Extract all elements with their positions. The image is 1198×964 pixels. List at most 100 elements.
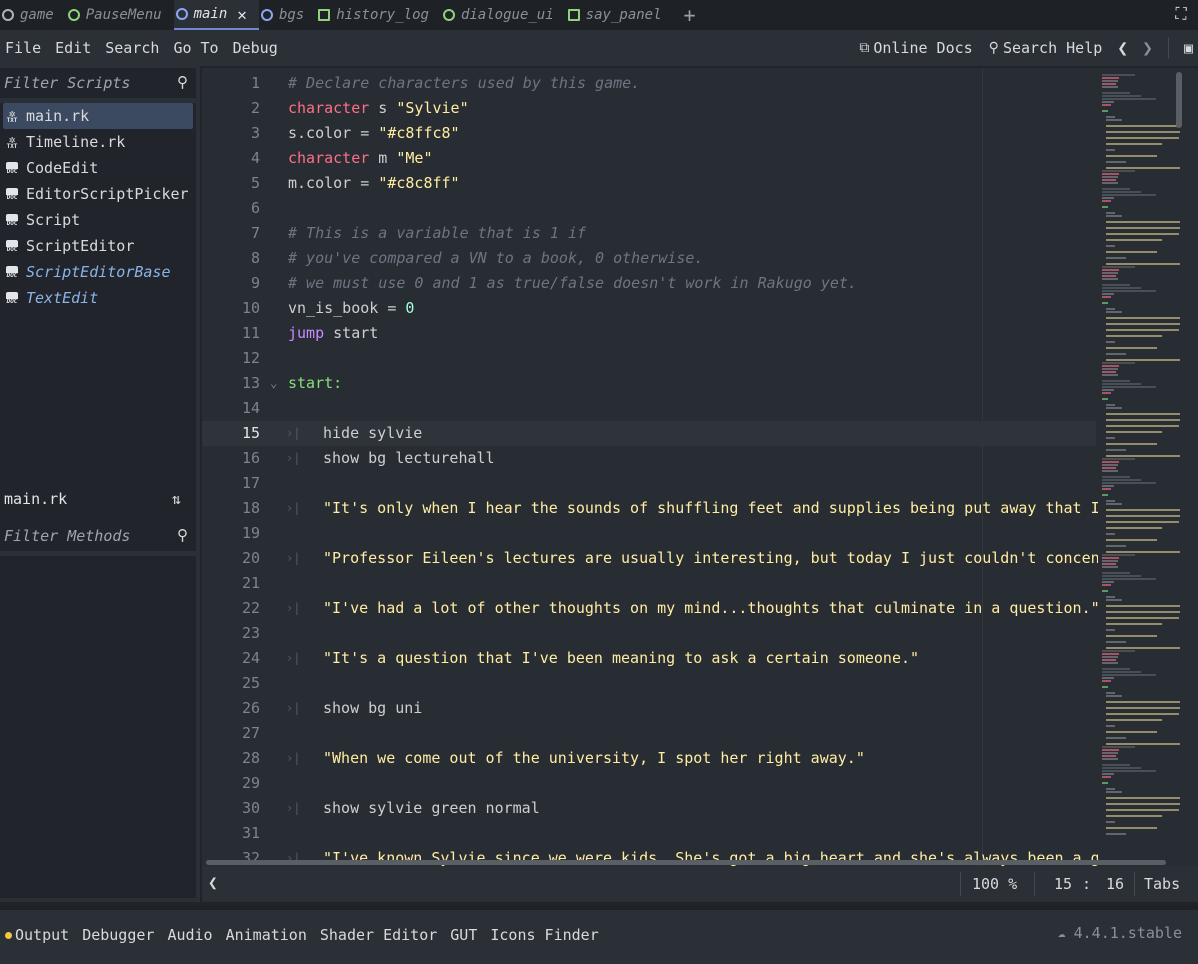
code-line[interactable]: 9 # we must use 0 and 1 as true/false doe… — [202, 271, 1096, 296]
bottom-tab-gut[interactable]: GUT — [445, 926, 485, 944]
scene-tab-bgs[interactable]: bgs — [259, 0, 316, 30]
code-line[interactable]: 24 ›| "It's a question that I've been mean… — [202, 646, 1096, 671]
script-item-scripteditor[interactable]: DOC ScriptEditor — [0, 233, 196, 259]
line-number[interactable]: 26 — [202, 696, 260, 721]
code-line[interactable]: 27 — [202, 721, 1096, 746]
sort-methods-icon[interactable]: ⇅ — [172, 490, 181, 508]
bottom-tab-shader-editor[interactable]: Shader Editor — [315, 926, 445, 944]
line-number[interactable]: 3 — [202, 121, 260, 146]
indent-mode[interactable]: Tabs — [1144, 866, 1180, 902]
toggle-scripts-panel-icon[interactable]: ❮ — [208, 873, 218, 892]
filter-scripts-input[interactable]: Filter Scripts ⚲ — [0, 68, 196, 98]
add-scene-icon[interactable]: + — [674, 0, 706, 30]
code-line[interactable]: 6 — [202, 196, 1096, 221]
line-number[interactable]: 20 — [202, 546, 260, 571]
code-line[interactable]: 13 ⌄ start: — [202, 371, 1096, 396]
line-number[interactable]: 9 — [202, 271, 260, 296]
code-editor[interactable]: 1 # Declare characters used by this game.… — [202, 68, 1198, 866]
line-number[interactable]: 7 — [202, 221, 260, 246]
line-number[interactable]: 23 — [202, 621, 260, 646]
line-number[interactable]: 2 — [202, 96, 260, 121]
script-item-textedit[interactable]: DOC TextEdit — [0, 285, 196, 311]
line-number[interactable]: 1 — [202, 71, 260, 96]
code-minimap[interactable] — [1098, 68, 1180, 866]
scene-tab-dialogue-ui[interactable]: dialogue_ui — [441, 0, 566, 30]
code-line[interactable]: 7 # This is a variable that is 1 if — [202, 221, 1096, 246]
menu-search[interactable]: Search — [100, 39, 168, 57]
code-line[interactable]: 5 m.color = "#c8c8ff" — [202, 171, 1096, 196]
zoom-level[interactable]: 100 % — [972, 866, 1017, 902]
line-number[interactable]: 15 — [202, 421, 260, 446]
line-number[interactable]: 31 — [202, 821, 260, 846]
scene-tab-say-panel[interactable]: say_panel — [566, 0, 674, 30]
code-line[interactable]: 18 ›| "It's only when I hear the sounds of… — [202, 496, 1127, 521]
close-tab-icon[interactable]: ✕ — [237, 5, 247, 24]
code-line[interactable]: 1 # Declare characters used by this game. — [202, 71, 1096, 96]
line-number[interactable]: 17 — [202, 471, 260, 496]
code-line[interactable]: 22 ›| "I've had a lot of other thoughts on… — [202, 596, 1100, 621]
code-line[interactable]: 25 — [202, 671, 1096, 696]
menu-debug[interactable]: Debug — [228, 39, 287, 57]
scene-tab-pausemenu[interactable]: PauseMenu — [66, 0, 174, 30]
online-docs-button[interactable]: ⧉ Online Docs — [853, 39, 978, 57]
script-item-editorscriptpicker[interactable]: DOC EditorScriptPicker — [0, 181, 196, 207]
line-number[interactable]: 27 — [202, 721, 260, 746]
line-number[interactable]: 4 — [202, 146, 260, 171]
fold-arrow-icon[interactable]: ⌄ — [270, 371, 277, 396]
line-number[interactable]: 13 — [202, 371, 260, 396]
code-line[interactable]: 15 ›| hide sylvie — [202, 421, 1096, 446]
code-line[interactable]: 30 ›| show sylvie green normal — [202, 796, 1096, 821]
bottom-tab-debugger[interactable]: Debugger — [77, 926, 162, 944]
code-line[interactable]: 23 — [202, 621, 1096, 646]
horizontal-scrollbar[interactable] — [206, 860, 1166, 865]
code-line[interactable]: 14 — [202, 396, 1096, 421]
line-number[interactable]: 8 — [202, 246, 260, 271]
line-number[interactable]: 22 — [202, 596, 260, 621]
script-item-main-rk[interactable]: ✲ TXT main.rk — [3, 103, 193, 129]
menu-go-to[interactable]: Go To — [168, 39, 227, 57]
code-line[interactable]: 10 vn_is_book = 0 — [202, 296, 1096, 321]
menu-edit[interactable]: Edit — [50, 39, 100, 57]
line-number[interactable]: 18 — [202, 496, 260, 521]
script-item-codeedit[interactable]: DOC CodeEdit — [0, 155, 196, 181]
line-number[interactable]: 10 — [202, 296, 260, 321]
line-number[interactable]: 30 — [202, 796, 260, 821]
current-script-field[interactable]: main.rk — [0, 484, 164, 514]
code-line[interactable]: 12 — [202, 346, 1096, 371]
line-number[interactable]: 6 — [202, 196, 260, 221]
line-number[interactable]: 12 — [202, 346, 260, 371]
line-number[interactable]: 29 — [202, 771, 260, 796]
search-help-button[interactable]: ⚲ Search Help — [983, 39, 1109, 57]
line-number[interactable]: 24 — [202, 646, 260, 671]
distraction-free-icon[interactable]: ⛶ — [1172, 5, 1190, 23]
line-number[interactable]: 14 — [202, 396, 260, 421]
menu-file[interactable]: File — [0, 39, 50, 57]
bottom-tab-output[interactable]: Output — [0, 926, 77, 944]
code-line[interactable]: 19 — [202, 521, 1096, 546]
code-line[interactable]: 4 character m "Me" — [202, 146, 1096, 171]
bottom-tab-animation[interactable]: Animation — [221, 926, 315, 944]
code-line[interactable]: 29 — [202, 771, 1096, 796]
line-number[interactable]: 21 — [202, 571, 260, 596]
bottom-tab-audio[interactable]: Audio — [162, 926, 220, 944]
line-number[interactable]: 28 — [202, 746, 260, 771]
line-number[interactable]: 19 — [202, 521, 260, 546]
code-line[interactable]: 17 — [202, 471, 1096, 496]
scene-tab-main[interactable]: main ✕ — [173, 0, 259, 30]
make-floating-icon[interactable]: ▣ — [1179, 39, 1198, 57]
engine-version[interactable]: ☁ 4.4.1.stable — [1058, 924, 1182, 942]
line-number[interactable]: 25 — [202, 671, 260, 696]
code-line[interactable]: 16 ›| show bg lecturehall — [202, 446, 1096, 471]
code-line[interactable]: 21 — [202, 571, 1096, 596]
script-item-script[interactable]: DOC Script — [0, 207, 196, 233]
code-line[interactable]: 3 s.color = "#c8ffc8" — [202, 121, 1096, 146]
code-line[interactable]: 8 # you've compared a VN to a book, 0 oth… — [202, 246, 1096, 271]
bottom-tab-icons-finder[interactable]: Icons Finder — [485, 926, 606, 944]
line-number[interactable]: 11 — [202, 321, 260, 346]
scene-tab-game[interactable]: game — [0, 0, 66, 30]
filter-methods-input[interactable]: Filter Methods ⚲ — [0, 521, 196, 551]
script-item-scripteditorbase[interactable]: DOC ScriptEditorBase — [0, 259, 196, 285]
code-line[interactable]: 26 ›| show bg uni — [202, 696, 1096, 721]
code-line[interactable]: 11 jump start — [202, 321, 1096, 346]
line-number[interactable]: 5 — [202, 171, 260, 196]
